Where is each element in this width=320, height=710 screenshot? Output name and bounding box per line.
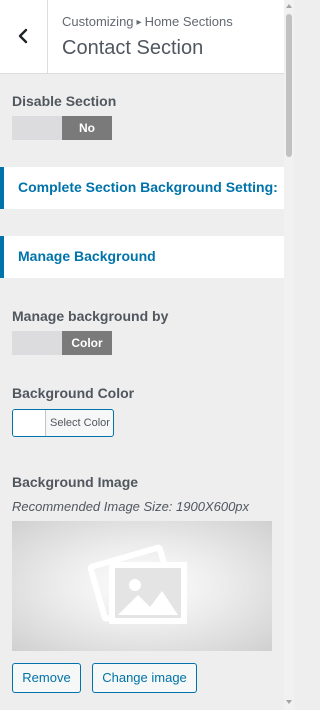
manage-background-by-toggle[interactable]: Color [12,331,112,355]
change-image-button[interactable]: Change image [92,663,197,693]
scroll-down-arrow-icon[interactable] [286,700,292,704]
color-swatch [13,410,46,436]
remove-image-button[interactable]: Remove [12,663,81,693]
customizer-header: Customizing ▸ Home Sections Contact Sectio… [0,0,284,74]
complete-section-background-label: Complete Section Background Setting: [18,179,278,195]
scrollbar[interactable] [284,0,294,710]
breadcrumb-separator: ▸ [136,17,142,28]
image-icon [87,544,187,624]
toggle-value: No [62,116,112,140]
manage-background-panel[interactable]: Manage Background [0,236,284,278]
select-color-button[interactable]: Select Color [12,409,114,437]
manage-background-by-label: Manage background by [12,308,169,324]
background-image-preview[interactable] [12,521,272,651]
toggle-off-segment [12,116,62,140]
background-color-label: Background Color [12,385,135,401]
image-size-hint: Recommended Image Size: 1900X600px [12,499,250,514]
back-button[interactable] [0,0,48,73]
scroll-up-arrow-icon[interactable] [286,4,292,8]
disable-section-label: Disable Section [12,93,117,109]
toggle-off-segment [12,331,62,355]
disable-section-toggle[interactable]: No [12,116,112,140]
complete-section-background-panel[interactable]: Complete Section Background Setting: [0,167,284,209]
manage-background-label: Manage Background [18,248,156,264]
toggle-value: Color [62,331,112,355]
breadcrumb-root: Customizing [62,14,134,29]
scroll-thumb[interactable] [286,14,292,157]
chevron-left-icon [18,28,28,44]
breadcrumb-section: Home Sections [144,14,233,29]
select-color-label: Select Color [50,417,110,429]
page-title: Contact Section [62,37,204,59]
background-image-label: Background Image [12,474,139,490]
breadcrumb: Customizing ▸ Home Sections [62,14,233,29]
